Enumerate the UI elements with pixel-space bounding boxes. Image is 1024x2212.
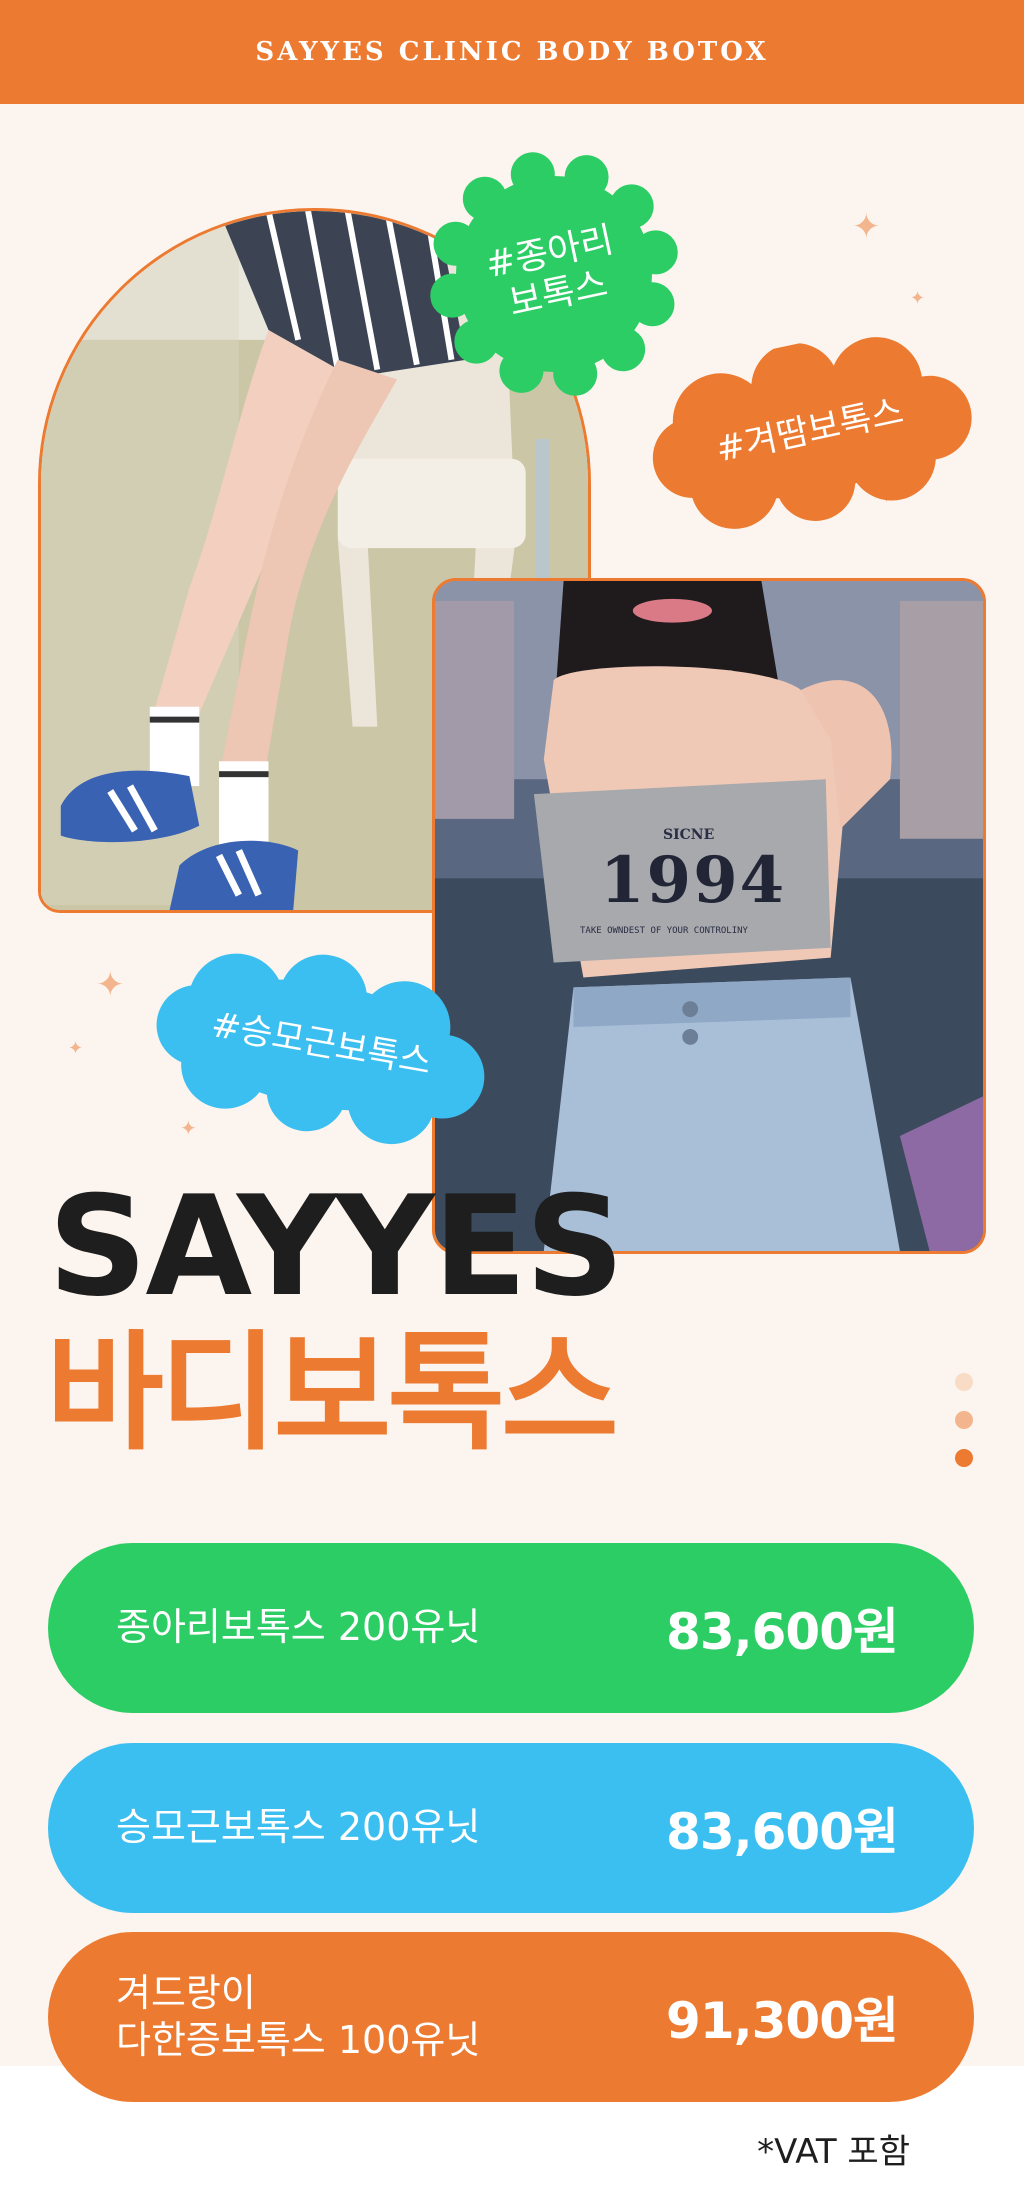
top-banner: SAYYES CLINIC BODY BOTOX: [0, 0, 1024, 104]
print-big: 1994: [600, 843, 787, 918]
banner-title: SAYYES CLINIC BODY BOTOX: [255, 37, 769, 67]
price-row-calf: 종아리보톡스 200유닛 83,600원: [48, 1543, 974, 1713]
price-row-armpit: 겨드랑이 다한증보톡스 100유닛 91,300원: [48, 1932, 974, 2102]
print-small: SICNE: [663, 827, 715, 843]
cropped-top-photo: SICNE 1994 TAKE OWNDEST OF YOUR CONTROLI…: [432, 578, 986, 1254]
sparkle-icon: ✦: [180, 1116, 197, 1140]
dot-dark: [955, 1449, 973, 1467]
sparkle-icon: ✦: [910, 288, 926, 309]
vat-note: *VAT 포함: [757, 2132, 910, 2172]
dot-medium: [955, 1411, 973, 1429]
print-line: TAKE OWNDEST OF YOUR CONTROLINY: [580, 926, 748, 936]
sparkle-icon: ✦: [68, 1038, 84, 1059]
body-botox-title: 바디보톡스: [46, 1319, 619, 1468]
price-item-value: 83,600원: [666, 1603, 899, 1661]
price-item-value: 91,300원: [666, 1992, 899, 2050]
price-item-name: 종아리보톡스 200유닛: [116, 1605, 481, 1650]
sparkle-icon: ✦: [852, 207, 881, 247]
top-print: SICNE 1994 TAKE OWNDEST OF YOUR CONTROLI…: [435, 581, 983, 1251]
decorative-dots: [955, 1373, 975, 1487]
brand-title: SAYYES: [48, 1166, 624, 1327]
price-item-name: 겨드랑이 다한증보톡스 100유닛: [116, 1970, 481, 2063]
price-row-trapezius: 승모근보톡스 200유닛 83,600원: [48, 1743, 974, 1913]
price-item-name: 승모근보톡스 200유닛: [116, 1805, 481, 1850]
price-item-value: 83,600원: [666, 1803, 899, 1861]
sparkle-icon: ✦: [96, 965, 125, 1005]
dot-light: [955, 1373, 973, 1391]
